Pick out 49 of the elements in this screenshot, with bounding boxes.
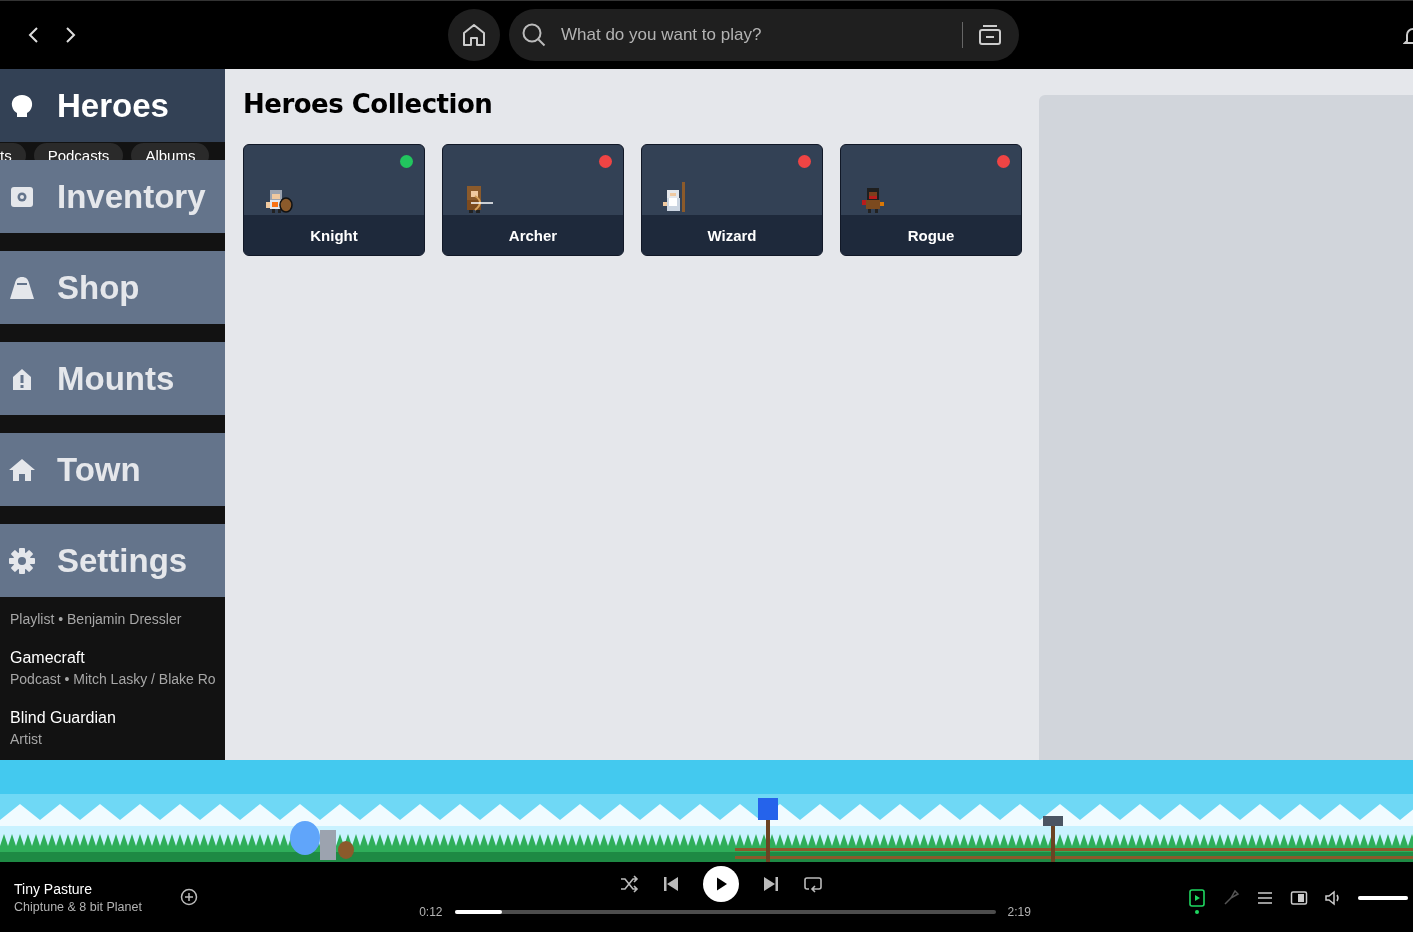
queue-button[interactable] [1256,889,1274,907]
track-artist[interactable]: Chiptune & 8 bit Planet [14,899,156,914]
track-title[interactable]: Tiny Pasture [14,880,156,897]
sidebar-item[interactable]: Inventory [0,160,225,233]
shuffle-button[interactable] [619,874,639,894]
sidebar-item[interactable]: Town [0,433,225,506]
progress-bar[interactable] [454,910,996,914]
elapsed-time: 0:12 [419,905,443,919]
previous-button[interactable] [661,874,681,894]
library-item-subtitle: Playlist • Benjamin Dressler [10,611,183,627]
section-title: Heroes Collection [243,89,494,119]
search-icon [521,22,547,48]
library-item-subtitle: Podcast • Mitch Lasky / Blake Ro [10,671,217,687]
repeat-icon [803,874,823,894]
total-time: 2:19 [1007,905,1031,919]
lyrics-button[interactable] [1222,889,1240,907]
sidebar-item[interactable]: Shop [0,251,225,324]
next-button[interactable] [761,874,781,894]
library-item-title[interactable]: Gamecraft [10,649,225,667]
hero-card[interactable]: Archer [442,144,624,256]
home-button[interactable] [448,9,500,61]
shuffle-icon [619,874,639,894]
next-icon [761,874,781,894]
volume-slider[interactable] [1358,896,1408,900]
library-item-subtitle: Artist [10,731,43,747]
repeat-button[interactable] [803,874,823,894]
play-button[interactable] [703,866,739,902]
tray-icon [977,22,1003,48]
microphone-icon [1222,889,1240,907]
add-icon [180,888,198,906]
home-icon [461,22,487,48]
volume-button[interactable] [1324,889,1342,907]
device-button[interactable] [1290,889,1308,907]
hero-card[interactable]: Wizard [641,144,823,256]
hero-card[interactable]: Knight [243,144,425,256]
device-icon [1290,889,1308,907]
settings-icon [7,545,37,576]
hero-card[interactable]: Rogue [840,144,1022,256]
sidebar-item[interactable]: Mounts [0,342,225,415]
sidebar-item[interactable]: Heroes [0,69,225,142]
previous-icon [661,874,681,894]
search-field[interactable]: What do you want to play? [509,9,1019,61]
add-button[interactable] [180,888,198,906]
sidebar-item[interactable]: Settings [0,524,225,597]
play-square-icon [1188,889,1206,907]
library-item-title[interactable]: Blind Guardian [10,709,225,727]
queue-icon [1256,889,1274,907]
speaker-icon [1324,889,1342,907]
browse-button[interactable] [977,22,1003,48]
